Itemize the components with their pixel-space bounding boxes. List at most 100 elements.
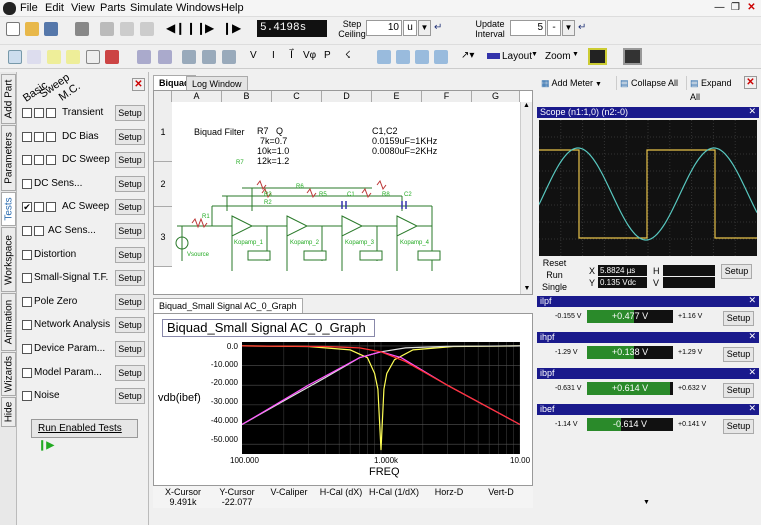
basic-checkbox[interactable] xyxy=(22,108,32,118)
test-setup-button[interactable]: Setup xyxy=(115,223,145,239)
scope-run-button[interactable]: Run xyxy=(539,270,570,282)
oscilloscope-display[interactable] xyxy=(539,120,757,256)
close-icon[interactable]: ✕ xyxy=(744,1,759,15)
close-meter-icon[interactable]: ✕ xyxy=(748,367,756,378)
text-icon[interactable] xyxy=(86,50,100,64)
meter-setup-button[interactable]: Setup xyxy=(723,347,754,362)
collapse-all-button[interactable]: ▤ Collapse All xyxy=(616,76,684,90)
basic-checkbox[interactable] xyxy=(22,249,32,260)
play-icon[interactable]: ▶ xyxy=(205,21,214,35)
basic-checkbox[interactable] xyxy=(22,320,32,331)
scope-view-icon[interactable] xyxy=(588,48,607,65)
voltage-probe-icon[interactable]: V xyxy=(250,50,257,61)
basic-checkbox[interactable] xyxy=(22,155,32,166)
schematic-sheet[interactable]: A B C D E F G 1 2 3 ▲ ▼ Biquad Filter R7… xyxy=(153,90,533,295)
minimize-icon[interactable]: — xyxy=(712,1,727,15)
save-icon[interactable] xyxy=(44,22,58,36)
close-panel-icon[interactable]: ✕ xyxy=(132,78,145,91)
layout-dropdown-icon[interactable]: ▼ xyxy=(531,51,538,58)
tab-log-window[interactable]: Log Window xyxy=(186,76,248,90)
ac-sweep-plot[interactable] xyxy=(242,342,520,454)
tab-graph[interactable]: Biquad_Small Signal AC_0_Graph xyxy=(153,298,303,313)
scroll-down-icon[interactable]: ▼ xyxy=(521,285,533,292)
zoom-in-icon[interactable] xyxy=(47,50,61,64)
close-scope-icon[interactable]: ✕ xyxy=(748,106,756,117)
grid-icon[interactable] xyxy=(137,50,151,64)
step-unit-select[interactable]: u xyxy=(403,20,417,36)
current-probe-icon[interactable]: I xyxy=(272,50,275,61)
mc-checkbox[interactable] xyxy=(46,108,56,118)
sweep-checkbox[interactable] xyxy=(34,155,44,166)
zoom-menu[interactable]: Zoom xyxy=(545,51,571,62)
basic-checkbox[interactable] xyxy=(22,273,32,284)
test-setup-button[interactable]: Setup xyxy=(115,199,145,216)
scope-single-button[interactable]: Single xyxy=(539,282,570,294)
power-probe-icon[interactable]: P xyxy=(324,50,331,61)
test-setup-button[interactable]: Setup xyxy=(115,246,145,263)
test-setup-button[interactable]: Setup xyxy=(115,175,145,192)
h-cursor-icon[interactable] xyxy=(396,50,410,64)
expand-all-button[interactable]: ▤ Expand All xyxy=(686,76,742,102)
align-center-icon[interactable] xyxy=(202,50,216,64)
step-ceiling-input[interactable]: 10 xyxy=(366,20,402,36)
step-back-icon[interactable]: ◀❙ xyxy=(166,21,185,35)
delete-node-icon[interactable] xyxy=(158,50,172,64)
enter-icon[interactable]: ↵ xyxy=(434,22,442,33)
graph-view-icon[interactable] xyxy=(623,48,642,65)
close-meter-icon[interactable]: ✕ xyxy=(748,295,756,306)
tab-add-part[interactable]: Add Part xyxy=(1,74,16,124)
sweep-checkbox[interactable] xyxy=(34,131,44,142)
biquad-circuit[interactable] xyxy=(172,151,520,281)
tab-tests[interactable]: Tests xyxy=(1,192,16,226)
basic-checkbox[interactable] xyxy=(22,391,32,402)
test-setup-button[interactable]: Setup xyxy=(115,105,145,121)
wire-icon[interactable] xyxy=(27,50,41,64)
v-cursor-icon[interactable] xyxy=(415,50,429,64)
run-enabled-tests-button[interactable]: Run Enabled Tests ❙▶ xyxy=(31,419,138,451)
enter-icon[interactable]: ↵ xyxy=(578,22,586,33)
paste-icon[interactable] xyxy=(140,22,154,36)
open-folder-icon[interactable] xyxy=(25,22,39,36)
tab-workspace[interactable]: Workspace xyxy=(1,227,16,292)
caliper-icon[interactable] xyxy=(434,50,448,64)
new-file-icon[interactable] xyxy=(6,22,20,36)
basic-checkbox[interactable]: ✔ xyxy=(22,202,32,213)
crosshair-icon[interactable] xyxy=(377,50,391,64)
align-right-icon[interactable] xyxy=(222,50,236,64)
menu-file[interactable]: File xyxy=(20,2,38,14)
close-panel-icon[interactable]: ✕ xyxy=(744,76,757,89)
add-meter-button[interactable]: ▦ Add Meter ▼ xyxy=(541,76,611,90)
tab-parameters[interactable]: Parameters xyxy=(1,125,16,191)
test-setup-button[interactable]: Setup xyxy=(115,270,145,287)
step-forward-icon[interactable]: ❙▶ xyxy=(222,21,241,35)
test-setup-button[interactable]: Setup xyxy=(115,293,145,310)
align-left-icon[interactable] xyxy=(182,50,196,64)
update-unit-dropdown[interactable]: ▼ xyxy=(562,20,575,36)
menu-edit[interactable]: Edit xyxy=(45,2,64,14)
update-unit-select[interactable]: - xyxy=(547,20,561,36)
mc-checkbox[interactable] xyxy=(46,202,56,213)
component-icon[interactable] xyxy=(105,50,119,64)
test-setup-button[interactable]: Setup xyxy=(115,317,145,334)
scroll-up-icon[interactable]: ▲ xyxy=(521,102,532,109)
sweep-checkbox[interactable] xyxy=(34,226,44,236)
update-interval-input[interactable]: 5 xyxy=(510,20,546,36)
restore-icon[interactable]: ❐ xyxy=(728,1,743,15)
zoom-out-icon[interactable] xyxy=(66,50,80,64)
basic-checkbox[interactable] xyxy=(22,296,32,307)
mc-checkbox[interactable] xyxy=(46,155,56,166)
cut-icon[interactable] xyxy=(100,22,114,36)
meter-scroll-down-icon[interactable]: ▼ xyxy=(643,499,650,506)
menu-parts[interactable]: Parts xyxy=(100,2,126,14)
menu-view[interactable]: View xyxy=(71,2,95,14)
menu-simulate[interactable]: Simulate xyxy=(130,2,173,14)
sweep-checkbox[interactable] xyxy=(34,108,44,118)
scope-reset-button[interactable]: Reset xyxy=(539,258,570,270)
test-setup-button[interactable]: Setup xyxy=(115,364,145,381)
menu-windows[interactable]: Windows xyxy=(176,2,221,14)
tab-animation[interactable]: Animation xyxy=(1,293,16,351)
tab-hide[interactable]: Hide xyxy=(1,397,16,427)
test-setup-button[interactable]: Setup xyxy=(115,388,145,405)
step-unit-dropdown[interactable]: ▼ xyxy=(418,20,431,36)
meter-setup-button[interactable]: Setup xyxy=(723,383,754,398)
